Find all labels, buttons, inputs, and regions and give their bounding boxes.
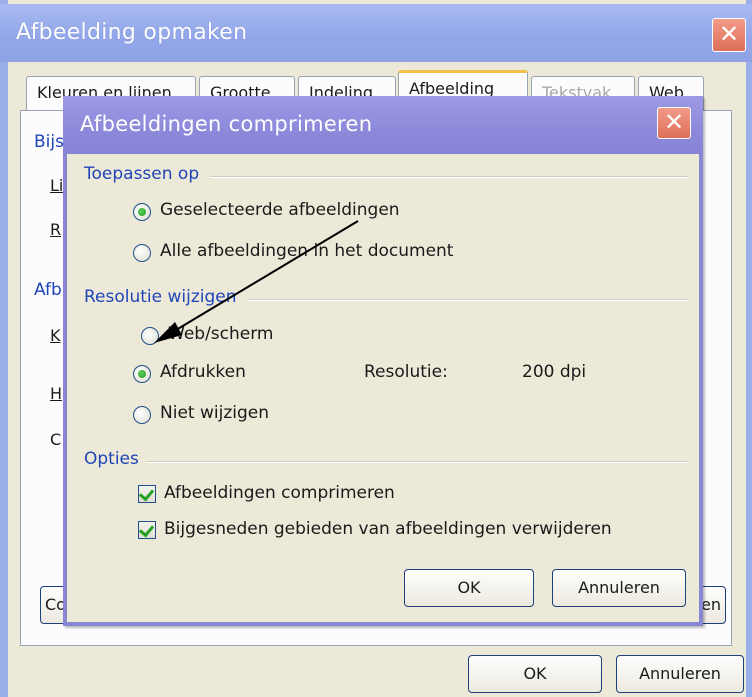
arrow-annotation-icon [154, 220, 359, 343]
arrow-annotation-line [165, 220, 359, 337]
arrow-annotation-head [154, 322, 182, 343]
